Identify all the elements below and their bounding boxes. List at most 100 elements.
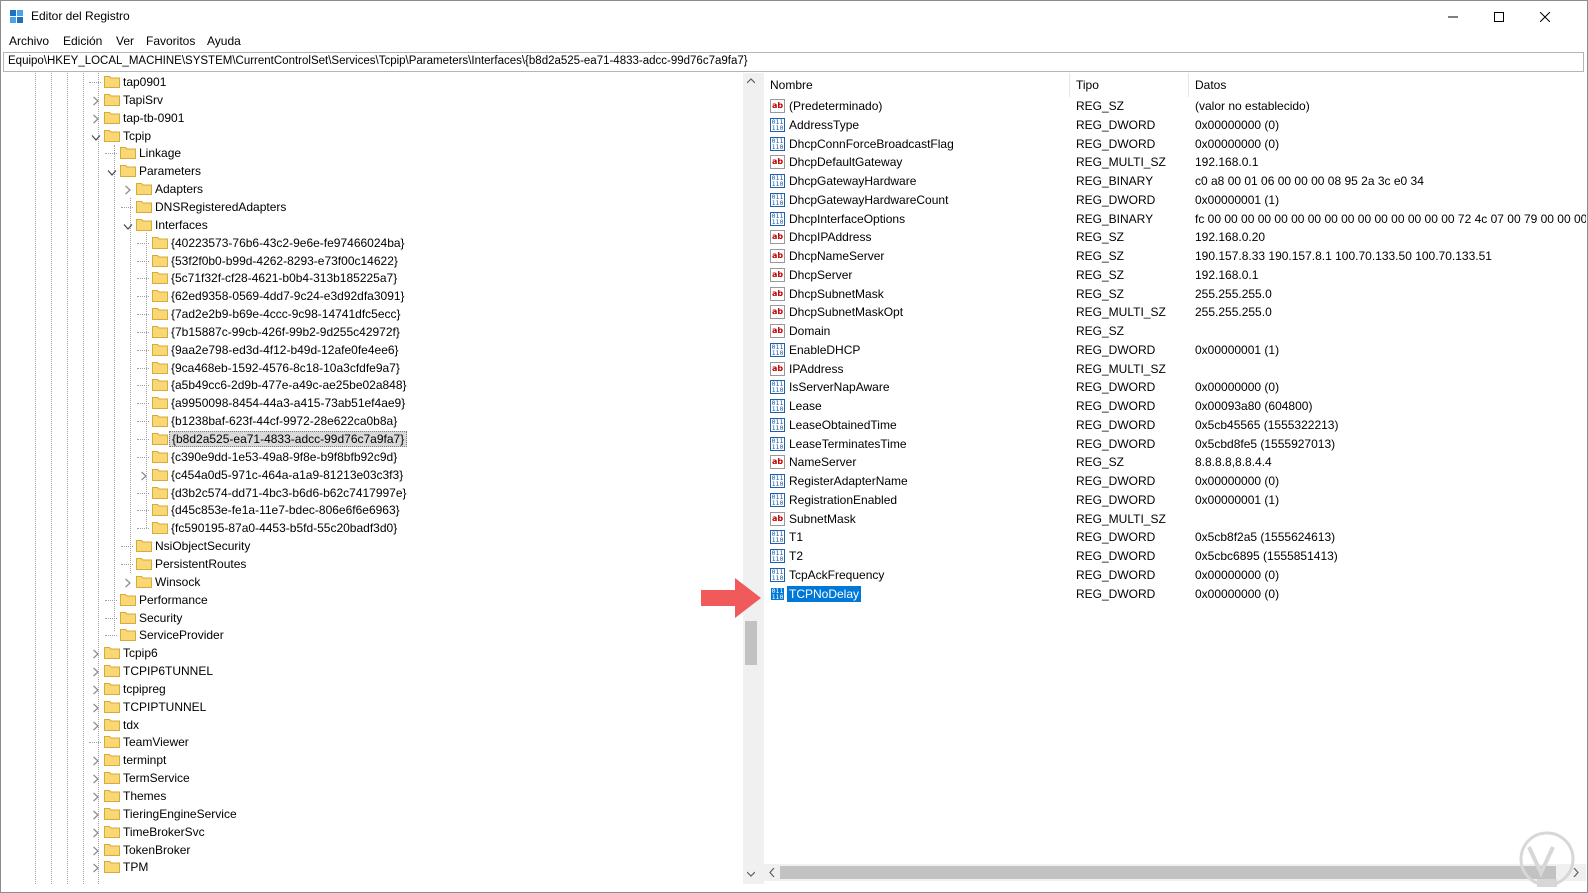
tree-node-53f2f0b0-b99d-4262-8293-e73f00c14622[interactable]: {53f2f0b0-b99d-4262-8293-e73f00c14622} [3, 252, 743, 270]
tree-node-9aa2e798-ed3d-4f12-b49d-12afe0fe4ee6[interactable]: {9aa2e798-ed3d-4f12-b49d-12afe0fe4ee6} [3, 341, 743, 359]
tree-node-termservice[interactable]: TermService [3, 769, 743, 787]
tree-node-tapisrv[interactable]: TapiSrv [3, 91, 743, 109]
tree-node-5c71f32f-cf28-4621-b0b4-313b185225a7[interactable]: {5c71f32f-cf28-4621-b0b4-313b185225a7} [3, 269, 743, 287]
tree-node-dnsregisteredadapters[interactable]: DNSRegisteredAdapters [3, 198, 743, 216]
value-row-t2[interactable]: 011 110 T2 REG_DWORD 0x5cbc6895 (1555851413) [764, 547, 1586, 566]
collapsed-chevron-icon[interactable] [91, 95, 100, 106]
address-path[interactable]: Equipo\HKEY_LOCAL_MACHINE\SYSTEM\Current… [8, 55, 748, 67]
value-row-enabledhcp[interactable]: 011 110 EnableDHCP REG_DWORD 0x00000001 (1) [764, 341, 1586, 360]
value-row-subnetmask[interactable]: ab SubnetMask REG_MULTI_SZ [764, 510, 1586, 529]
scroll-up-icon[interactable] [747, 77, 755, 85]
collapsed-chevron-icon[interactable] [91, 648, 100, 659]
values-list-pane[interactable]: Nombre Tipo Datos ab (Predeterminado) REG_… [764, 73, 1586, 884]
value-row-t1[interactable]: 011 110 T1 REG_DWORD 0x5cb8f2a5 (1555624613) [764, 528, 1586, 547]
value-row-lease[interactable]: 011 110 Lease REG_DWORD 0x00093a80 (604800) [764, 397, 1586, 416]
collapsed-chevron-icon[interactable] [123, 184, 132, 195]
tree-node-security[interactable]: Security [3, 609, 743, 627]
tree-node-a5b49cc6-2d9b-477e-a49c-ae25be02a848[interactable]: {a5b49cc6-2d9b-477e-a49c-ae25be02a848} [3, 376, 743, 394]
column-header-type[interactable]: Tipo [1070, 73, 1189, 97]
tree-node-timebrokersvc[interactable]: TimeBrokerSvc [3, 823, 743, 841]
collapsed-chevron-icon[interactable] [91, 755, 100, 766]
list-scroll-thumb[interactable] [780, 866, 1556, 879]
tree-node-performance[interactable]: Performance [3, 591, 743, 609]
value-row-dhcpgatewayhardwarecount[interactable]: 011 110 DhcpGatewayHardwareCount REG_DWORD 0… [764, 191, 1586, 210]
menu-favoritos[interactable]: Favoritos [146, 34, 195, 48]
value-row-nameserver[interactable]: ab NameServer REG_SZ 8.8.8.8,8.8.4.4 [764, 453, 1586, 472]
column-header-data[interactable]: Datos [1189, 73, 1586, 97]
menu-ver[interactable]: Ver [116, 34, 134, 48]
collapsed-chevron-icon[interactable] [91, 791, 100, 802]
value-row-ipaddress[interactable]: ab IPAddress REG_MULTI_SZ [764, 360, 1586, 379]
collapsed-chevron-icon[interactable] [91, 862, 100, 873]
collapsed-chevron-icon[interactable] [91, 827, 100, 838]
tree-node-tap-tb-0901[interactable]: tap-tb-0901 [3, 109, 743, 127]
tree-node-c390e9dd-1e53-49a8-9f8e-b9f8bfb92c9d[interactable]: {c390e9dd-1e53-49a8-9f8e-b9f8bfb92c9d} [3, 448, 743, 466]
tree-node-9ca468eb-1592-4576-8c18-10a3cfdfe9a7[interactable]: {9ca468eb-1592-4576-8c18-10a3cfdfe9a7} [3, 359, 743, 377]
close-button[interactable] [1522, 1, 1568, 32]
collapsed-chevron-icon[interactable] [123, 577, 132, 588]
tree-scroll-thumb[interactable] [745, 621, 757, 665]
value-row-dhcpsubnetmaskopt[interactable]: ab DhcpSubnetMaskOpt REG_MULTI_SZ 255.255.2… [764, 303, 1586, 322]
list-horizontal-scrollbar[interactable] [764, 864, 1586, 881]
tree-vertical-scrollbar[interactable] [743, 73, 759, 884]
value-row-dhcpconnforcebroadcastflag[interactable]: 011 110 DhcpConnForceBroadcastFlag REG_DWOR… [764, 135, 1586, 154]
value-row-dhcpgatewayhardware[interactable]: 011 110 DhcpGatewayHardware REG_BINARY c0 a8… [764, 172, 1586, 191]
collapsed-chevron-icon[interactable] [91, 720, 100, 731]
tree-node-7ad2e2b9-b69e-4ccc-9c98-14741dfc5ecc[interactable]: {7ad2e2b9-b69e-4ccc-9c98-14741dfc5ecc} [3, 305, 743, 323]
value-row-addresstype[interactable]: 011 110 AddressType REG_DWORD 0x00000000 (0) [764, 116, 1586, 135]
tree-node-serviceprovider[interactable]: ServiceProvider [3, 626, 743, 644]
tree-node-tcpip6[interactable]: Tcpip6 [3, 644, 743, 662]
value-row-isservernapaware[interactable]: 011 110 IsServerNapAware REG_DWORD 0x0000000… [764, 378, 1586, 397]
tree-node-d3b2c574-dd71-4bc3-b6d6-b62c7417997e[interactable]: {d3b2c574-dd71-4bc3-b6d6-b62c7417997e} [3, 484, 743, 502]
tree-node-tcpipreg[interactable]: tcpipreg [3, 680, 743, 698]
tree-node-nsiobjectsecurity[interactable]: NsiObjectSecurity [3, 537, 743, 555]
tree-node-tcpiptunnel[interactable]: TCPIPTUNNEL [3, 698, 743, 716]
tree-node-interfaces[interactable]: Interfaces [3, 216, 743, 234]
expanded-chevron-icon[interactable] [91, 131, 101, 141]
tree-node-62ed9358-0569-4dd7-9c24-e3d92dfa3091[interactable]: {62ed9358-0569-4dd7-9c24-e3d92dfa3091} [3, 287, 743, 305]
collapsed-chevron-icon[interactable] [91, 845, 100, 855]
tree-node-winsock[interactable]: Winsock [3, 573, 743, 591]
tree-node-tcpip6tunnel[interactable]: TCPIP6TUNNEL [3, 662, 743, 680]
tree-node-tap0901[interactable]: tap0901 [3, 73, 743, 91]
tree-node-linkage[interactable]: Linkage [3, 144, 743, 162]
tree-node-persistentroutes[interactable]: PersistentRoutes [3, 555, 743, 573]
tree-node-tcpip[interactable]: Tcpip [3, 127, 743, 145]
tree-node-tdx[interactable]: tdx [3, 716, 743, 734]
collapsed-chevron-icon[interactable] [91, 773, 100, 784]
value-row-domain[interactable]: ab Domain REG_SZ [764, 322, 1586, 341]
collapsed-chevron-icon[interactable] [91, 666, 100, 677]
tree-node-fc590195-87a0-4453-b5fd-55c20badf3d0[interactable]: {fc590195-87a0-4453-b5fd-55c20badf3d0} [3, 519, 743, 537]
collapsed-chevron-icon[interactable] [91, 684, 100, 695]
menu-edicion[interactable]: Edición [63, 34, 102, 48]
tree-node-adapters[interactable]: Adapters [3, 180, 743, 198]
value-row-leaseterminatestime[interactable]: 011 110 LeaseTerminatesTime REG_DWORD 0x5cbd… [764, 435, 1586, 454]
collapsed-chevron-icon[interactable] [91, 809, 100, 820]
scroll-left-icon[interactable] [768, 868, 776, 877]
tree-node-tpm[interactable]: TPM [3, 858, 743, 876]
value-row-dhcpipaddress[interactable]: ab DhcpIPAddress REG_SZ 192.168.0.20 [764, 228, 1586, 247]
collapsed-chevron-icon[interactable] [91, 113, 100, 124]
collapsed-chevron-icon[interactable] [139, 470, 148, 481]
value-row-dhcpserver[interactable]: ab DhcpServer REG_SZ 192.168.0.1 [764, 266, 1586, 285]
tree-node-7b15887c-99cb-426f-99b2-9d255c42972f[interactable]: {7b15887c-99cb-426f-99b2-9d255c42972f} [3, 323, 743, 341]
minimize-button[interactable] [1430, 1, 1476, 32]
tree-node-a9950098-8454-44a3-a415-73ab51ef4ae9[interactable]: {a9950098-8454-44a3-a415-73ab51ef4ae9} [3, 394, 743, 412]
value-row-dhcpinterfaceoptions[interactable]: 011 110 DhcpInterfaceOptions REG_BINARY fc 0… [764, 210, 1586, 229]
value-row-registrationenabled[interactable]: 011 110 RegistrationEnabled REG_DWORD 0x0000… [764, 491, 1586, 510]
tree-node-c454a0d5-971c-464a-a1a9-81213e03c3f3[interactable]: {c454a0d5-971c-464a-a1a9-81213e03c3f3} [3, 466, 743, 484]
value-row-leaseobtainedtime[interactable]: 011 110 LeaseObtainedTime REG_DWORD 0x5cb455… [764, 416, 1586, 435]
menu-ayuda[interactable]: Ayuda [207, 34, 241, 48]
value-row-registeradaptername[interactable]: 011 110 RegisterAdapterName REG_DWORD 0x0000… [764, 472, 1586, 491]
address-bar[interactable]: Equipo\HKEY_LOCAL_MACHINE\SYSTEM\Current… [3, 52, 1584, 72]
tree-node-b8d2a525-ea71-4833-adcc-99d76c7a9fa7[interactable]: {b8d2a525-ea71-4833-adcc-99d76c7a9fa7} [3, 430, 743, 448]
tree-node-themes[interactable]: Themes [3, 787, 743, 805]
tree-node-terminpt[interactable]: terminpt [3, 751, 743, 769]
expanded-chevron-icon[interactable] [107, 166, 117, 177]
maximize-button[interactable] [1476, 1, 1522, 32]
key-tree-pane[interactable]: tap0901 TapiSrv tap-tb-0901 Tcpip Linkage Par… [3, 73, 759, 884]
menu-archivo[interactable]: Archivo [9, 34, 49, 48]
tree-node-tokenbroker[interactable]: TokenBroker [3, 841, 743, 859]
value-row-dhcpdefaultgateway[interactable]: ab DhcpDefaultGateway REG_MULTI_SZ 192.168.… [764, 153, 1586, 172]
tree-node-parameters[interactable]: Parameters [3, 162, 743, 180]
